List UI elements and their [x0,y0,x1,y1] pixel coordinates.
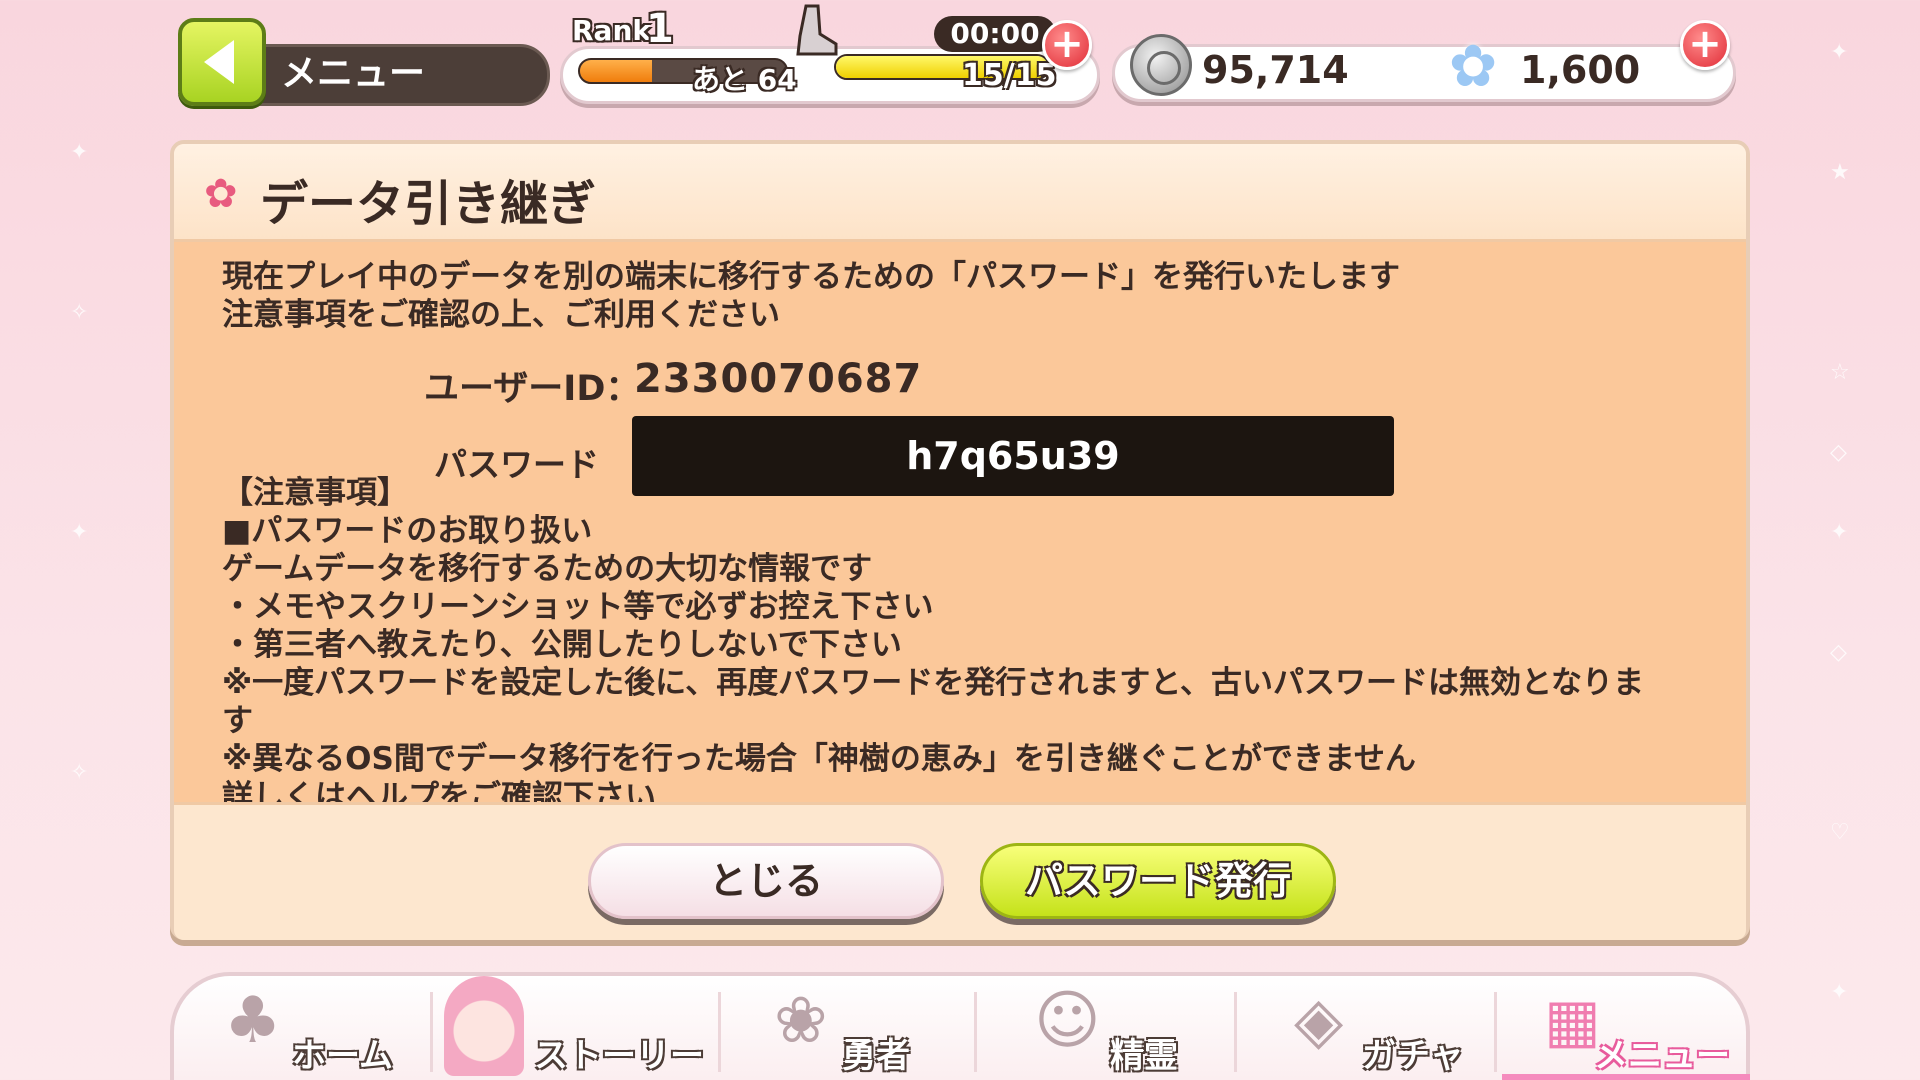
menu-back-button[interactable]: メニュー [178,18,550,106]
user-id-value: 2330070687 [634,356,923,402]
nav-item-hero[interactable]: ❀ 勇者 [774,976,974,1080]
user-id-label: ユーザーID： [424,369,641,409]
gem-value: 1,600 [1520,48,1641,92]
stamina-value: 15/15 [962,58,1057,93]
coin-icon [1130,34,1192,96]
active-tab-indicator [1502,1074,1750,1080]
notes-line: ※一度パスワードを設定した後に、再度パスワードを発行されますと、古いパスワードは… [222,665,1645,701]
dialog-title: データ引き継ぎ [260,176,597,232]
rank-label: Rank [572,14,652,47]
add-stamina-button[interactable]: + [1042,20,1092,70]
nav-label: 精霊 [1110,1036,1178,1076]
grid-icon: ▦ [1544,986,1601,1056]
nav-label: 勇者 [842,1036,910,1076]
nav-label: ガチャ [1362,1036,1464,1076]
tree-icon: ♣ [224,984,282,1058]
intro-text: 現在プレイ中のデータを別の端末に移行するための「パスワード」を発行いたします 注… [222,258,1400,334]
character-icon [444,976,524,1076]
notes-line: ■パスワードのお取り扱い [222,513,593,549]
notes-line: ・第三者へ教えたり、公開したりしないで下さい [222,627,902,663]
notes-line: ・メモやスクリーンショット等で必ずお控え下さい [222,589,934,625]
sparkle-icon: ✦ [1830,520,1849,545]
nav-item-menu[interactable]: ▦ メニュー [1544,976,1744,1080]
nav-label: メニュー [1594,1036,1730,1076]
nav-divider [430,992,433,1072]
sparkle-icon: ☆ [1830,360,1850,385]
sparkle-icon: ✧ [70,300,89,325]
sparkle-icon: ✦ [1830,40,1849,65]
sparkle-icon: ★ [1830,160,1850,185]
sparkle-icon: ✧ [70,760,89,785]
issue-password-button[interactable]: パスワード発行 [980,843,1336,919]
dialog-body[interactable]: 現在プレイ中のデータを別の端末に移行するための「パスワード」を発行いたします 注… [174,242,1746,815]
notes-heading: 【注意事項】 [222,475,408,511]
sparkle-icon: ✦ [1830,980,1849,1005]
stamina-timer: 00:00 [934,16,1056,52]
sparkle-decoration-right: ✦ ★ ☆ ◇ ✦ ◇ ♡ ✦ [1830,0,1890,1080]
rank-value: 1 [646,6,674,52]
notes-line: ゲームデータを移行するための大切な情報です [222,551,873,587]
bottom-nav: ♣ ホーム ストーリー ❀ 勇者 ☺ 精霊 ◈ ガチャ ▦ メニュー [170,972,1750,1080]
dialog-footer: とじる パスワード発行 [174,802,1746,940]
sparkle-decoration-left: ✦ ✧ ✦ ✧ [70,0,130,1080]
rank-progress-fill [580,60,653,82]
sparkle-icon: ✦ [70,140,89,165]
back-arrow-icon [178,18,266,106]
spirit-icon: ☺ [1034,984,1101,1058]
nav-item-spirit[interactable]: ☺ 精霊 [1034,976,1234,1080]
sparkle-icon: ◇ [1830,640,1847,665]
boot-icon [796,4,838,56]
intro-line: 注意事項をご確認の上、ご利用ください [222,297,780,333]
nav-divider [718,992,721,1072]
notes-line: ※異なるOS間でデータ移行を行った場合「神樹の恵み」を引き継ぐことができません [222,741,1416,777]
data-transfer-dialog: ✿ データ引き継ぎ 現在プレイ中のデータを別の端末に移行するための「パスワード」… [170,140,1750,940]
sakura-icon: ✿ [204,171,238,217]
flower-emblem-icon: ❀ [774,984,828,1058]
nav-divider [974,992,977,1072]
rank-next-text: あと 64 [692,63,797,96]
nav-item-home[interactable]: ♣ ホーム [214,976,414,1080]
menu-label: メニュー [238,44,550,106]
sparkle-icon: ♡ [1830,820,1850,845]
dialog-header: ✿ データ引き継ぎ [174,144,1746,242]
sparkle-icon: ✦ [70,520,89,545]
notes-line: す [222,703,253,739]
nav-label: ホーム [292,1036,393,1076]
coin-value: 95,714 [1202,48,1349,92]
notes-list: 【注意事項】 ■パスワードのお取り扱い ゲームデータを移行するための大切な情報で… [222,474,1712,816]
nav-divider [1494,992,1497,1072]
nav-item-story[interactable]: ストーリー [444,976,724,1080]
lotus-gem-icon: ✿ [1448,32,1498,100]
nav-divider [1234,992,1237,1072]
add-gem-button[interactable]: + [1680,20,1730,70]
gacha-icon: ◈ [1294,984,1344,1058]
sparkle-icon: ◇ [1830,440,1847,465]
nav-label: ストーリー [534,1036,704,1076]
intro-line: 現在プレイ中のデータを別の端末に移行するための「パスワード」を発行いたします [222,259,1400,295]
close-button[interactable]: とじる [588,843,944,919]
nav-item-gacha[interactable]: ◈ ガチャ [1294,976,1494,1080]
